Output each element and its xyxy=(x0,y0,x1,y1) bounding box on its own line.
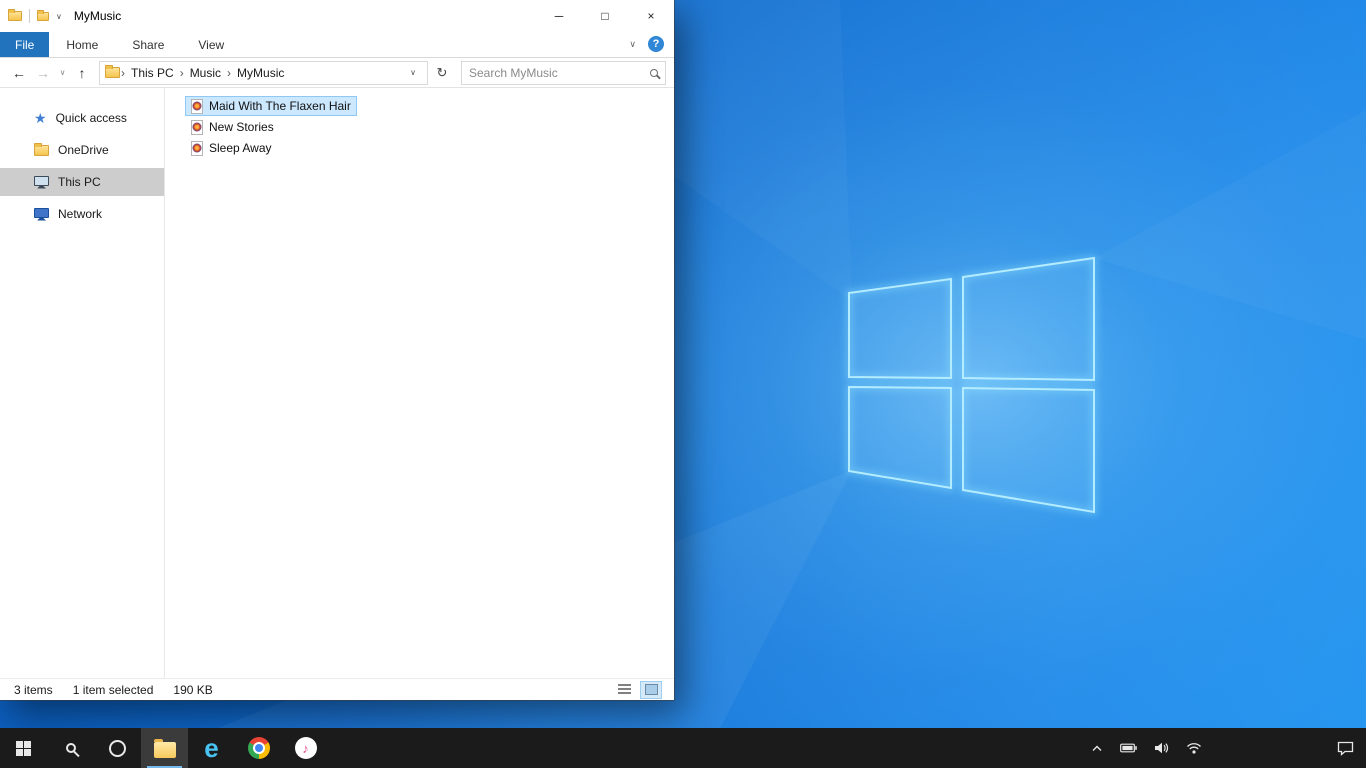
desktop[interactable]: ∨ MyMusic ─ □ × File Home Share View ∨ ?… xyxy=(0,0,1366,768)
file-explorer-icon xyxy=(153,738,176,758)
sidebar-item-label: Quick access xyxy=(55,111,127,125)
qat-customize-dropdown[interactable]: ∨ xyxy=(56,12,62,21)
search-box[interactable] xyxy=(461,60,666,85)
forward-button[interactable]: → xyxy=(32,61,54,85)
address-location-folder-icon xyxy=(105,65,120,78)
window-controls: ─ □ × xyxy=(536,0,674,32)
qat-folder-properties-icon[interactable] xyxy=(37,9,49,21)
network-icon xyxy=(34,207,49,218)
tab-view[interactable]: View xyxy=(181,32,241,57)
taskbar-file-explorer-button[interactable] xyxy=(141,728,188,768)
title-bar: ∨ MyMusic ─ □ × xyxy=(0,0,674,32)
sidebar-item-label: OneDrive xyxy=(58,143,109,157)
expand-ribbon-chevron-icon[interactable]: ∨ xyxy=(629,39,636,50)
search-icon[interactable] xyxy=(650,68,658,77)
up-button[interactable]: ↑ xyxy=(71,61,93,85)
taskbar-internet-explorer-button[interactable]: e xyxy=(188,728,235,768)
tab-file[interactable]: File xyxy=(0,32,50,57)
ribbon-right-controls: ∨ ? xyxy=(629,36,664,57)
breadcrumb-mymusic[interactable]: MyMusic xyxy=(232,62,289,84)
back-button[interactable]: ← xyxy=(8,61,30,85)
file-name: New Stories xyxy=(209,120,274,134)
taskbar: e ♪ xyxy=(0,728,1366,768)
sidebar-item-label: Network xyxy=(58,207,103,221)
onedrive-folder-icon xyxy=(34,142,49,156)
cortana-icon xyxy=(109,739,126,757)
ribbon-tab-bar: File Home Share View ∨ ? xyxy=(0,32,674,58)
address-dropdown-chevron-icon[interactable]: ∨ xyxy=(404,68,422,77)
search-icon xyxy=(65,743,76,753)
start-button[interactable] xyxy=(0,728,47,768)
star-icon: ★ xyxy=(34,110,47,126)
media-file-icon xyxy=(191,140,203,156)
maximize-button[interactable]: □ xyxy=(582,0,628,32)
chrome-icon xyxy=(247,737,270,759)
cortana-button[interactable] xyxy=(94,728,141,768)
file-name: Sleep Away xyxy=(209,141,272,155)
details-view-icon[interactable] xyxy=(613,681,635,699)
taskbar-chrome-button[interactable] xyxy=(235,728,282,768)
windows-logo-icon xyxy=(16,740,31,756)
qat-separator xyxy=(29,9,30,23)
action-center-icon[interactable] xyxy=(1337,741,1354,756)
file-item-selected[interactable]: Maid With The Flaxen Hair xyxy=(185,96,357,116)
thumbnails-view-glyph xyxy=(644,684,658,695)
status-size: 190 KB xyxy=(173,682,213,697)
file-name: Maid With The Flaxen Hair xyxy=(209,99,351,113)
explorer-window-icon xyxy=(8,9,22,21)
file-item[interactable]: Sleep Away xyxy=(185,138,278,158)
file-list[interactable]: Maid With The Flaxen Hair New Stories Sl… xyxy=(165,88,674,678)
sidebar-item-this-pc[interactable]: This PC xyxy=(0,168,164,196)
status-item-count: 3 items xyxy=(14,682,53,697)
media-file-icon xyxy=(191,119,203,135)
navigation-bar: ← → ∨ ↑ › This PC › Music › MyMusic ∨ ↻ xyxy=(0,58,674,88)
internet-explorer-icon: e xyxy=(204,733,219,763)
recent-locations-chevron-icon[interactable]: ∨ xyxy=(56,61,69,85)
details-view-glyph xyxy=(617,684,631,695)
status-bar: 3 items 1 item selected 190 KB xyxy=(0,678,674,700)
sidebar-item-quick-access[interactable]: ★ Quick access xyxy=(0,104,164,132)
breadcrumb-music[interactable]: Music xyxy=(185,62,226,84)
thumbnails-view-icon[interactable] xyxy=(640,680,662,699)
file-item[interactable]: New Stories xyxy=(185,117,280,137)
navigation-pane: ★ Quick access OneDrive This PC Network xyxy=(0,88,165,678)
taskbar-search-button[interactable] xyxy=(47,728,94,768)
tab-home[interactable]: Home xyxy=(49,32,115,57)
volume-icon[interactable] xyxy=(1154,742,1169,754)
refresh-icon[interactable]: ↻ xyxy=(430,61,454,85)
tab-share[interactable]: Share xyxy=(115,32,181,57)
battery-icon[interactable] xyxy=(1120,743,1137,753)
network-icon[interactable] xyxy=(1186,742,1202,754)
itunes-icon: ♪ xyxy=(294,737,317,759)
help-icon[interactable]: ? xyxy=(648,36,664,52)
status-selection: 1 item selected xyxy=(72,682,154,697)
taskbar-itunes-button[interactable]: ♪ xyxy=(282,728,329,768)
media-file-icon xyxy=(191,98,203,114)
sidebar-item-network[interactable]: Network xyxy=(0,200,164,228)
hidden-icons-chevron-icon[interactable] xyxy=(1091,744,1103,752)
address-bar[interactable]: › This PC › Music › MyMusic ∨ xyxy=(99,60,428,85)
explorer-body: ★ Quick access OneDrive This PC Network xyxy=(0,88,674,678)
quick-access-toolbar: ∨ xyxy=(8,9,62,23)
minimize-button[interactable]: ─ xyxy=(536,0,582,32)
system-tray xyxy=(1091,728,1366,768)
view-toggle-group xyxy=(613,680,662,699)
sidebar-item-label: This PC xyxy=(58,175,101,189)
file-explorer-window: ∨ MyMusic ─ □ × File Home Share View ∨ ?… xyxy=(0,0,674,700)
close-button[interactable]: × xyxy=(628,0,674,32)
window-title: MyMusic xyxy=(73,9,122,23)
sidebar-item-onedrive[interactable]: OneDrive xyxy=(0,136,164,164)
computer-icon xyxy=(34,175,49,186)
search-input[interactable] xyxy=(469,65,650,80)
breadcrumb-this-pc[interactable]: This PC xyxy=(126,62,179,84)
